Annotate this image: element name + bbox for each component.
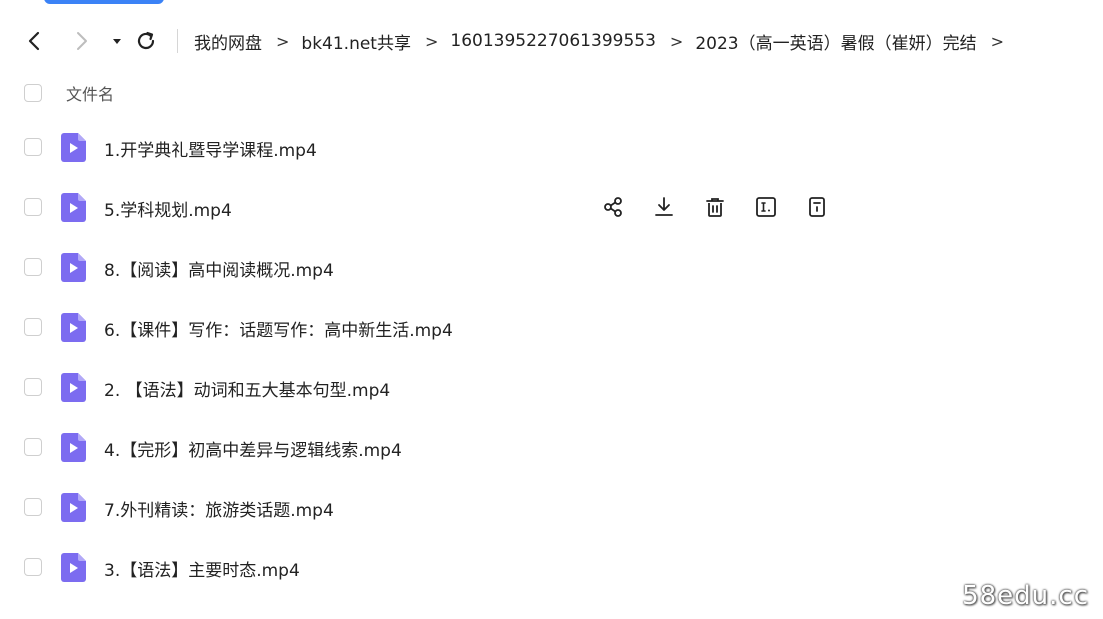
rename-icon: [756, 197, 776, 217]
file-name[interactable]: 1.开学典礼暨导学课程.mp4: [104, 136, 317, 161]
video-file-icon: [61, 373, 86, 402]
file-name[interactable]: 4.【完形】初高中差异与逻辑线索.mp4: [104, 436, 402, 461]
watermark: 58edu.cc: [962, 581, 1089, 611]
file-row[interactable]: 6.【课件】写作：话题写作：高中新生活.mp4: [0, 297, 1103, 357]
navigation-bar: 我的网盘 > bk41.net共享 > 1601395227061399553 …: [0, 20, 1103, 62]
file-row[interactable]: 2. 【语法】动词和五大基本句型.mp4: [0, 357, 1103, 417]
file-checkbox[interactable]: [24, 198, 42, 216]
breadcrumb: 我的网盘 > bk41.net共享 > 1601395227061399553 …: [194, 20, 1016, 62]
file-row[interactable]: 7.外刊精读：旅游类话题.mp4: [0, 477, 1103, 537]
file-row[interactable]: 5.学科规划.mp4: [0, 177, 1103, 237]
select-all-checkbox[interactable]: [24, 84, 42, 102]
video-file-icon: [61, 133, 86, 162]
column-header-filename[interactable]: 文件名: [66, 81, 114, 105]
file-checkbox[interactable]: [24, 438, 42, 456]
top-tab-indicator[interactable]: [44, 0, 164, 4]
file-name[interactable]: 5.学科规划.mp4: [104, 196, 232, 221]
file-row[interactable]: 1.开学典礼暨导学课程.mp4: [0, 117, 1103, 177]
file-name[interactable]: 7.外刊精读：旅游类话题.mp4: [104, 496, 334, 521]
info-icon: [809, 197, 825, 217]
file-name[interactable]: 2. 【语法】动词和五大基本句型.mp4: [104, 376, 390, 401]
file-name[interactable]: 6.【课件】写作：话题写作：高中新生活.mp4: [104, 316, 453, 341]
nav-divider: [177, 29, 178, 53]
file-name[interactable]: 8.【阅读】高中阅读概况.mp4: [104, 256, 334, 281]
file-browser-page: 我的网盘 > bk41.net共享 > 1601395227061399553 …: [0, 0, 1103, 619]
breadcrumb-separator: >: [424, 31, 439, 51]
breadcrumb-separator: >: [990, 31, 1004, 51]
forward-button[interactable]: [67, 27, 95, 55]
breadcrumb-item-my-drive[interactable]: 我的网盘: [194, 29, 262, 54]
video-file-icon: [61, 193, 86, 222]
delete-icon: [706, 198, 724, 217]
video-file-icon: [61, 253, 86, 282]
delete-button[interactable]: [702, 194, 728, 220]
file-checkbox[interactable]: [24, 378, 42, 396]
breadcrumb-separator: >: [276, 31, 290, 51]
file-list: 1.开学典礼暨导学课程.mp4 5.学科规划.mp4 8.【阅读】高中阅读概况.…: [0, 117, 1103, 597]
share-button[interactable]: [600, 194, 626, 220]
caret-down-icon: [113, 39, 121, 44]
file-row[interactable]: 4.【完形】初高中差异与逻辑线索.mp4: [0, 417, 1103, 477]
download-button[interactable]: [651, 194, 677, 220]
file-row[interactable]: 3.【语法】主要时态.mp4: [0, 537, 1103, 597]
video-file-icon: [61, 433, 86, 462]
chevron-right-icon: [77, 32, 87, 50]
back-button[interactable]: [21, 27, 49, 55]
details-button[interactable]: [804, 194, 830, 220]
video-file-icon: [61, 553, 86, 582]
file-list-header: 文件名: [0, 76, 1103, 110]
file-row[interactable]: 8.【阅读】高中阅读概况.mp4: [0, 237, 1103, 297]
row-action-bar: [600, 194, 855, 220]
breadcrumb-item-folder-id[interactable]: 1601395227061399553: [450, 31, 656, 51]
file-checkbox[interactable]: [24, 258, 42, 276]
refresh-icon: [137, 31, 155, 50]
share-icon: [604, 197, 622, 217]
file-checkbox[interactable]: [24, 558, 42, 576]
video-file-icon: [61, 313, 86, 342]
file-checkbox[interactable]: [24, 498, 42, 516]
rename-button[interactable]: [753, 194, 779, 220]
refresh-button[interactable]: [132, 27, 160, 55]
file-name[interactable]: 3.【语法】主要时态.mp4: [104, 556, 300, 581]
chevron-left-icon: [28, 31, 40, 51]
breadcrumb-item-current-folder[interactable]: 2023（高一英语）暑假（崔妍）完结: [695, 29, 976, 54]
history-dropdown-button[interactable]: [103, 27, 131, 55]
download-icon: [655, 197, 673, 216]
file-checkbox[interactable]: [24, 318, 42, 336]
file-checkbox[interactable]: [24, 138, 42, 156]
video-file-icon: [61, 493, 86, 522]
breadcrumb-item-shared[interactable]: bk41.net共享: [301, 29, 411, 54]
breadcrumb-separator: >: [669, 31, 684, 51]
